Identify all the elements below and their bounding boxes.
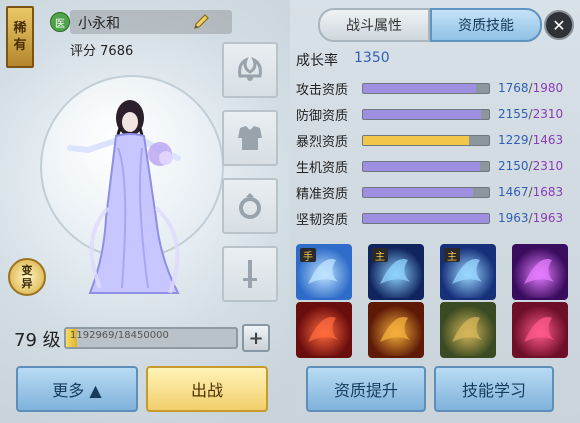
equip-slot-ring[interactable] [222, 178, 278, 234]
exp-text: 1192969/18450000 [70, 330, 169, 341]
stat-bar [362, 82, 490, 94]
stat-bar-fill [363, 161, 481, 171]
stat-bar [362, 160, 490, 172]
stat-value: 1229/1463 [498, 133, 563, 147]
stat-label: 坚韧资质 [296, 212, 349, 228]
stat-label: 攻击资质 [296, 82, 349, 98]
stat-row: 坚韧资质 1963/1963 [296, 209, 576, 228]
stat-row: 攻击资质 1768/1980 [296, 79, 576, 98]
score-value: 7686 [100, 44, 134, 59]
red-claw-skill-icon[interactable] [296, 302, 352, 358]
skill-art [308, 317, 338, 342]
pink-fist-skill-icon[interactable] [512, 302, 568, 358]
stat-bar-fill [363, 187, 473, 197]
gold-armor-skill-icon[interactable] [368, 302, 424, 358]
class-badge: 医 [50, 12, 70, 32]
tab-aptitude-skills[interactable]: 资质技能 [430, 8, 542, 42]
stat-bar-fill [363, 83, 476, 93]
pet-name: 小永和 [78, 16, 120, 32]
skill-art [380, 317, 410, 342]
skill-art [524, 317, 554, 342]
pet-figure[interactable] [60, 88, 210, 308]
transform-char-2: 异 [21, 277, 33, 290]
add-exp-button[interactable]: + [242, 324, 270, 352]
skill-type-tag: 主 [444, 248, 460, 263]
stat-value: 1768/1980 [498, 81, 563, 95]
purple-slash-skill-icon[interactable] [512, 244, 568, 300]
stat-bar-fill [363, 213, 489, 223]
comet-skill-icon[interactable]: 主 [368, 244, 424, 300]
stat-max: 1980 [532, 81, 564, 95]
stat-bar [362, 186, 490, 198]
pet-level: 79 级 [14, 330, 61, 351]
stat-current: 1963 [498, 211, 529, 225]
stat-value: 2150/2310 [498, 159, 563, 173]
stat-max: 1683 [532, 185, 564, 199]
transform-char-1: 变 [21, 264, 33, 277]
stat-value: 1963/1963 [498, 211, 563, 225]
lotus-hand-skill-icon[interactable]: 手 [296, 244, 352, 300]
tab-battle-attributes[interactable]: 战斗属性 [318, 8, 430, 42]
growth-label: 成长率 [296, 53, 338, 69]
stat-current: 1467 [498, 185, 529, 199]
stat-row: 防御资质 2155/2310 [296, 105, 576, 124]
equip-slot-sword[interactable] [222, 246, 278, 302]
stat-current: 1229 [498, 133, 529, 147]
stat-bar-fill [363, 109, 481, 119]
stat-value: 1467/1683 [498, 185, 563, 199]
ring-icon [239, 193, 261, 219]
growth-value: 1350 [354, 50, 390, 66]
stat-bar [362, 108, 490, 120]
stat-row: 暴烈资质 1229/1463 [296, 131, 576, 150]
rarity-char-1: 稀 [13, 21, 27, 36]
sword-icon [243, 260, 257, 288]
stat-label: 防御资质 [296, 108, 349, 124]
beast-head-skill-icon[interactable] [440, 302, 496, 358]
exp-bar: 1192969/18450000 [64, 327, 238, 349]
rarity-char-2: 有 [13, 38, 27, 53]
equip-slot-tiara[interactable] [222, 42, 278, 98]
stat-current: 1768 [498, 81, 529, 95]
stat-label: 精准资质 [296, 186, 349, 202]
growth-rate-row: 成长率 1350 [296, 50, 390, 70]
pet-panel: 稀 有 医 小永和 评分 7686 变 异 79 级 1192969/18450… [0, 0, 580, 423]
stat-max: 2310 [532, 159, 564, 173]
skill-art [452, 317, 482, 342]
stat-value: 2155/2310 [498, 107, 563, 121]
stat-bar [362, 134, 490, 146]
pet-score: 评分 7686 [70, 40, 133, 59]
equip-slot-armor[interactable] [222, 110, 278, 166]
more-button[interactable]: 更多 ▲ [16, 366, 138, 412]
stat-current: 2150 [498, 159, 529, 173]
stat-label: 生机资质 [296, 160, 349, 176]
skill-learn-button[interactable]: 技能学习 [434, 366, 554, 412]
pencil-icon[interactable] [192, 12, 210, 32]
stat-max: 1463 [532, 133, 564, 147]
stat-current: 2155 [498, 107, 529, 121]
rarity-badge: 稀 有 [6, 6, 34, 68]
stat-label: 暴烈资质 [296, 134, 349, 150]
stat-row: 精准资质 1467/1683 [296, 183, 576, 202]
skill-type-tag: 手 [300, 248, 316, 263]
stat-max: 2310 [532, 107, 564, 121]
tiara-icon [238, 56, 262, 81]
armor-icon [238, 126, 262, 150]
skill-art [524, 259, 554, 284]
transform-button[interactable]: 变 异 [8, 258, 46, 296]
deploy-button[interactable]: 出战 [146, 366, 268, 412]
skill-type-tag: 主 [372, 248, 388, 263]
stat-max: 1963 [532, 211, 564, 225]
stat-row: 生机资质 2150/2310 [296, 157, 576, 176]
score-label: 评分 [70, 44, 97, 59]
close-button[interactable]: ✕ [544, 10, 574, 40]
aptitude-upgrade-button[interactable]: 资质提升 [306, 366, 426, 412]
ice-shard-skill-icon[interactable]: 主 [440, 244, 496, 300]
stat-bar [362, 212, 490, 224]
stat-bar-fill [363, 135, 469, 145]
